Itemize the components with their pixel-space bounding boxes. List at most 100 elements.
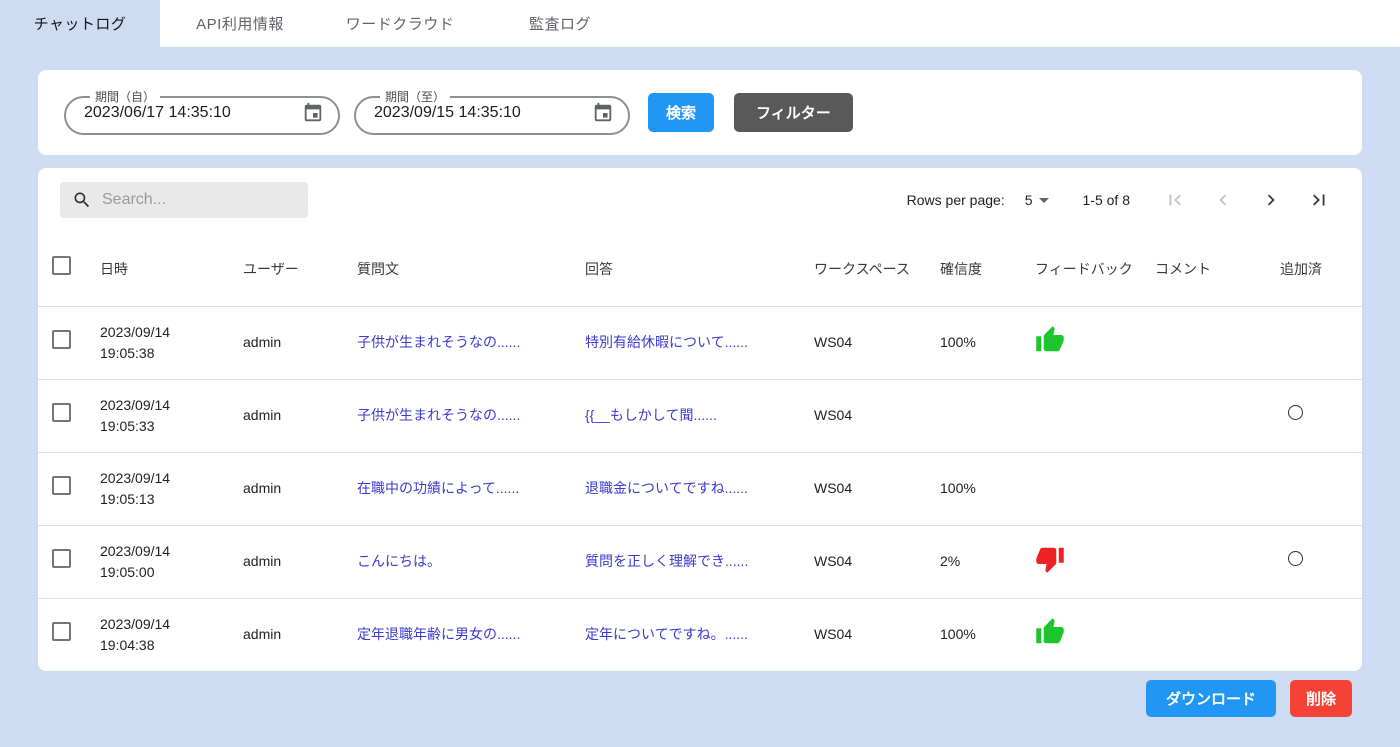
cell-answer[interactable]: {{__もしかして聞...... <box>579 379 808 452</box>
cell-question[interactable]: 子供が生まれそうなの...... <box>351 379 579 452</box>
select-all-cell <box>38 232 94 306</box>
calendar-icon <box>302 102 324 124</box>
thumb-up-icon <box>1035 325 1065 355</box>
row-checkbox[interactable] <box>52 330 71 349</box>
cell-workspace: WS04 <box>808 306 934 379</box>
cell-confidence: 100% <box>934 306 1029 379</box>
date-filter-panel: 期間（自） 期間（至） 検索 フィルター <box>38 70 1362 155</box>
cell-datetime: 2023/09/14 19:05:13 <box>94 452 237 525</box>
row-select-cell <box>38 598 94 671</box>
calendar-icon <box>592 102 614 124</box>
cell-user: admin <box>237 379 351 452</box>
tab-1[interactable]: API利用情報 <box>160 0 320 47</box>
date-to-input[interactable] <box>374 104 574 122</box>
column-header-1: ユーザー <box>237 232 351 306</box>
date-from-calendar-button[interactable] <box>300 100 326 126</box>
row-select-cell <box>38 525 94 598</box>
table-row: 2023/09/14 19:04:38admin定年退職年齢に男女の......… <box>38 598 1362 671</box>
download-button[interactable]: ダウンロード <box>1146 680 1276 717</box>
cell-user: admin <box>237 452 351 525</box>
table-row: 2023/09/14 19:05:33admin子供が生まれそうなの......… <box>38 379 1362 452</box>
cell-user: admin <box>237 525 351 598</box>
cell-user: admin <box>237 306 351 379</box>
page-range-label: 1-5 of 8 <box>1083 192 1130 208</box>
cell-answer[interactable]: 退職金についてですね...... <box>579 452 808 525</box>
column-header-5: 確信度 <box>934 232 1029 306</box>
column-header-3: 回答 <box>579 232 808 306</box>
row-select-cell <box>38 306 94 379</box>
rows-per-page-value: 5 <box>1025 192 1033 208</box>
cell-answer[interactable]: 質問を正しく理解でき...... <box>579 525 808 598</box>
date-from-input[interactable] <box>84 104 284 122</box>
rows-per-page-select[interactable]: 5 <box>1025 192 1049 208</box>
cell-question[interactable]: 子供が生まれそうなの...... <box>351 306 579 379</box>
delete-button[interactable]: 削除 <box>1290 680 1352 717</box>
last-page-button[interactable] <box>1298 183 1340 217</box>
cell-datetime: 2023/09/14 19:05:38 <box>94 306 237 379</box>
cell-datetime: 2023/09/14 19:05:33 <box>94 379 237 452</box>
column-header-8: 追加済 <box>1274 232 1362 306</box>
cell-question[interactable]: 定年退職年齢に男女の...... <box>351 598 579 671</box>
first-page-button[interactable] <box>1154 183 1196 217</box>
table-search-box[interactable] <box>60 182 308 218</box>
chat-log-panel: Rows per page: 5 1-5 of 8 <box>38 168 1362 671</box>
row-select-cell <box>38 379 94 452</box>
row-checkbox[interactable] <box>52 549 71 568</box>
column-header-7: コメント <box>1149 232 1274 306</box>
cell-added <box>1274 525 1362 598</box>
last-page-icon <box>1308 189 1330 211</box>
chevron-right-icon <box>1260 189 1282 211</box>
cell-workspace: WS04 <box>808 598 934 671</box>
table-body: 2023/09/14 19:05:38admin子供が生まれそうなの......… <box>38 306 1362 671</box>
tab-bar: チャットログAPI利用情報ワードクラウド監査ログ <box>0 0 1400 47</box>
rows-per-page-label: Rows per page: <box>907 192 1005 208</box>
cell-answer[interactable]: 定年についてですね。...... <box>579 598 808 671</box>
filter-button[interactable]: フィルター <box>734 93 853 132</box>
cell-answer[interactable]: 特別有給休暇について...... <box>579 306 808 379</box>
tab-2[interactable]: ワードクラウド <box>320 0 480 47</box>
next-page-button[interactable] <box>1250 183 1292 217</box>
table-search-input[interactable] <box>102 191 282 209</box>
select-all-checkbox[interactable] <box>52 256 71 275</box>
previous-page-button[interactable] <box>1202 183 1244 217</box>
first-page-icon <box>1164 189 1186 211</box>
cell-comment <box>1149 525 1274 598</box>
cell-feedback <box>1029 598 1149 671</box>
cell-question[interactable]: こんにちは。 <box>351 525 579 598</box>
tab-0[interactable]: チャットログ <box>0 0 160 47</box>
row-select-cell <box>38 452 94 525</box>
thumb-down-icon <box>1035 544 1065 574</box>
search-button[interactable]: 検索 <box>648 93 714 132</box>
cell-confidence <box>934 379 1029 452</box>
cell-added <box>1274 379 1362 452</box>
bottom-actions: ダウンロード 削除 <box>0 680 1352 717</box>
cell-comment <box>1149 379 1274 452</box>
cell-comment <box>1149 598 1274 671</box>
added-circle-icon <box>1288 405 1303 420</box>
added-circle-icon <box>1288 551 1303 566</box>
cell-feedback <box>1029 525 1149 598</box>
cell-feedback <box>1029 379 1149 452</box>
cell-feedback <box>1029 452 1149 525</box>
cell-comment <box>1149 452 1274 525</box>
cell-feedback <box>1029 306 1149 379</box>
cell-question[interactable]: 在職中の功績によって...... <box>351 452 579 525</box>
cell-confidence: 100% <box>934 452 1029 525</box>
column-header-0: 日時 <box>94 232 237 306</box>
table-row: 2023/09/14 19:05:38admin子供が生まれそうなの......… <box>38 306 1362 379</box>
row-checkbox[interactable] <box>52 403 71 422</box>
cell-comment <box>1149 306 1274 379</box>
pagination: Rows per page: 5 1-5 of 8 <box>907 183 1340 217</box>
thumb-up-icon <box>1035 617 1065 647</box>
date-from-field[interactable]: 期間（自） <box>64 91 340 135</box>
cell-added <box>1274 306 1362 379</box>
cell-workspace: WS04 <box>808 379 934 452</box>
tab-3[interactable]: 監査ログ <box>480 0 640 47</box>
row-checkbox[interactable] <box>52 476 71 495</box>
cell-workspace: WS04 <box>808 525 934 598</box>
row-checkbox[interactable] <box>52 622 71 641</box>
table-row: 2023/09/14 19:05:13admin在職中の功績によって......… <box>38 452 1362 525</box>
date-to-calendar-button[interactable] <box>590 100 616 126</box>
date-to-field[interactable]: 期間（至） <box>354 91 630 135</box>
table-row: 2023/09/14 19:05:00adminこんにちは。質問を正しく理解でき… <box>38 525 1362 598</box>
